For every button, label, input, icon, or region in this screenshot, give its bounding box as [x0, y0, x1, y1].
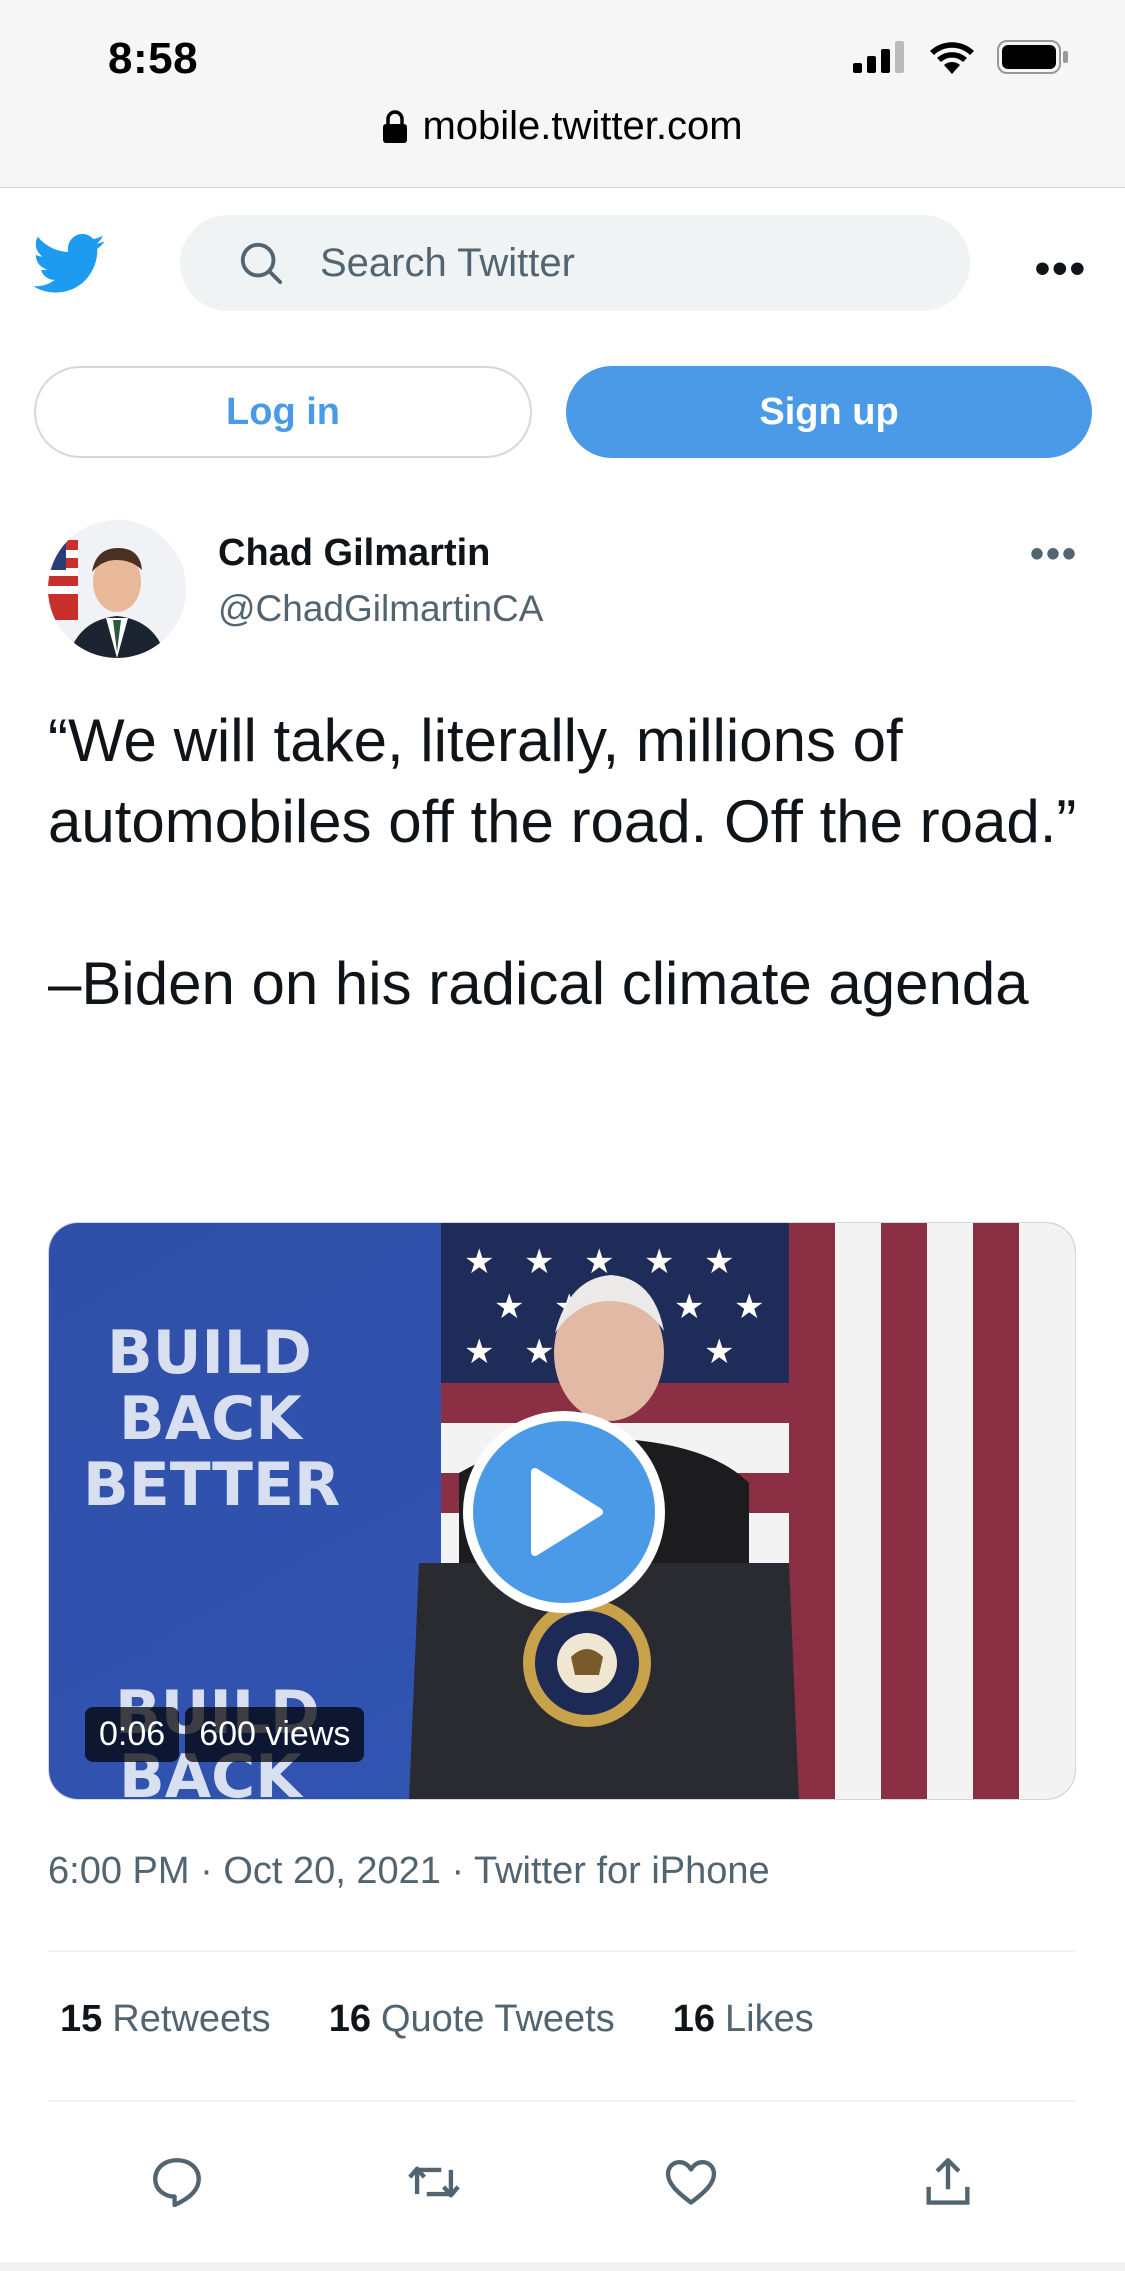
- wifi-icon: [930, 42, 974, 74]
- retweets-stat[interactable]: 15 Retweets: [60, 1998, 271, 2041]
- svg-text:★: ★: [704, 1332, 734, 1372]
- likes-stat[interactable]: 16 Likes: [673, 1998, 814, 2041]
- svg-text:★: ★: [524, 1332, 554, 1372]
- tweet-date[interactable]: Oct 20, 2021: [223, 1850, 441, 1892]
- battery-icon: [997, 40, 1068, 74]
- like-button[interactable]: [651, 2142, 731, 2222]
- play-icon: [531, 1468, 603, 1556]
- reply-icon: [152, 2158, 201, 2208]
- svg-text:★: ★: [464, 1332, 494, 1372]
- retweet-button[interactable]: [394, 2142, 474, 2222]
- play-button[interactable]: [463, 1411, 665, 1613]
- browser-top-bar: 8:58 mobile.twitter.com: [0, 0, 1125, 188]
- dot-separator: ·: [200, 1850, 224, 1892]
- video-meta: 0:06 600 views: [85, 1707, 365, 1762]
- search-placeholder: Search Twitter: [320, 240, 575, 285]
- tweet-video[interactable]: ★★★★★ ★★★★★ ★★★ BUILD BACK BETTER BUILD …: [48, 1222, 1076, 1800]
- auth-buttons: Log in Sign up: [34, 366, 1092, 458]
- svg-text:★: ★: [734, 1287, 764, 1327]
- banner-text-line1: BUILD: [107, 1318, 312, 1388]
- twitter-header: Search Twitter •••: [0, 188, 1125, 338]
- divider: [48, 1950, 1076, 1952]
- share-icon: [925, 2158, 970, 2205]
- quotes-count: 16: [328, 1998, 371, 2040]
- reply-button[interactable]: [137, 2142, 217, 2222]
- signal-icon: [853, 41, 904, 73]
- tweet-stats: 15 Retweets 16 Quote Tweets 16 Likes: [60, 1998, 814, 2041]
- author-name[interactable]: Chad Gilmartin: [218, 532, 490, 575]
- svg-text:★: ★: [674, 1287, 704, 1327]
- tweet-time[interactable]: 6:00 PM: [48, 1850, 190, 1892]
- retweet-icon: [407, 2166, 460, 2198]
- divider: [48, 2100, 1076, 2102]
- login-button[interactable]: Log in: [34, 366, 532, 458]
- tweet-timestamp: 6:00 PM · Oct 20, 2021 · Twitter for iPh…: [48, 1850, 770, 1893]
- twitter-bird-icon[interactable]: [34, 234, 106, 294]
- tweet-author: Chad Gilmartin @ChadGilmartinCA •••: [48, 520, 1078, 660]
- avatar[interactable]: [48, 520, 186, 658]
- author-handle[interactable]: @ChadGilmartinCA: [218, 588, 543, 630]
- signup-button[interactable]: Sign up: [566, 366, 1092, 458]
- likes-label: Likes: [725, 1998, 814, 2040]
- lock-icon: [383, 109, 408, 143]
- svg-text:★: ★: [524, 1242, 554, 1282]
- retweets-label: Retweets: [112, 1998, 271, 2040]
- search-icon: [240, 242, 283, 285]
- more-icon[interactable]: •••: [1035, 244, 1087, 294]
- dot-separator: ·: [451, 1850, 474, 1892]
- tweet-source[interactable]: Twitter for iPhone: [474, 1850, 770, 1892]
- svg-text:★: ★: [644, 1242, 674, 1282]
- svg-text:★: ★: [494, 1287, 524, 1327]
- banner-text-line3: BETTER: [83, 1450, 340, 1520]
- retweets-count: 15: [60, 1998, 103, 2040]
- svg-text:★: ★: [464, 1242, 494, 1282]
- url-bar[interactable]: mobile.twitter.com: [0, 104, 1125, 149]
- like-icon: [665, 2160, 716, 2205]
- video-views: 600 views: [185, 1707, 365, 1762]
- url-text: mobile.twitter.com: [422, 104, 743, 148]
- bottom-edge: [0, 2262, 1125, 2271]
- video-duration: 0:06: [85, 1707, 180, 1762]
- search-input[interactable]: Search Twitter: [180, 215, 970, 311]
- quotes-label: Quote Tweets: [380, 1998, 615, 2040]
- banner-text-line2: BACK: [119, 1384, 304, 1454]
- share-button[interactable]: [908, 2142, 988, 2222]
- likes-count: 16: [672, 1998, 716, 2040]
- tweet-text: “We will take, literally, millions of au…: [48, 707, 1077, 1017]
- status-icons: [853, 40, 1069, 74]
- quotes-stat[interactable]: 16 Quote Tweets: [329, 1998, 615, 2041]
- tweet-more-icon[interactable]: •••: [1030, 532, 1078, 577]
- status-time: 8:58: [108, 34, 199, 83]
- svg-text:★: ★: [704, 1242, 734, 1282]
- tweet-actions: [48, 2134, 1076, 2230]
